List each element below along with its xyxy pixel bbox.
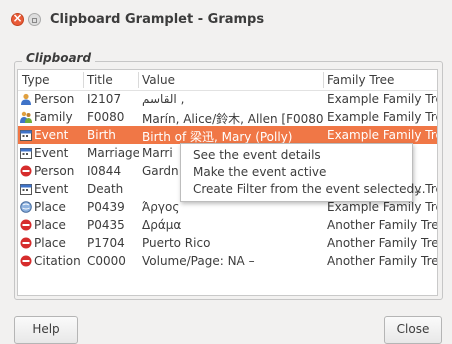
row-type: Citation [20,254,82,268]
row-type-label: Event [34,128,69,142]
clipboard-frame-label: Clipboard [22,51,96,65]
column-separator [138,72,139,88]
row-title: Marriage [87,146,139,160]
row-family-tree: Example Family Tree [327,110,438,124]
row-family-tree: Another Family Tree [327,218,438,232]
row-family-tree: Another Family Tree [327,254,438,268]
row-value: Marín, Alice/鈴木, Allen [F0080] [142,112,324,126]
help-button[interactable]: Help [14,316,78,344]
row-type-label: Citation [34,254,81,268]
row-type-label: Person [34,164,75,178]
row-type-label: Place [34,200,66,214]
row-title: C0000 [87,254,126,268]
row-type: Place [20,236,82,250]
table-row[interactable]: Family F0080 Marín, Alice/鈴木, Allen [F0080… [18,108,437,126]
column-separator [323,72,324,88]
row-family-tree: Example Family Tree [327,200,438,214]
column-separator [83,72,84,88]
table-row[interactable]: Place P0435 Δράμα Another Family Tree [18,216,437,234]
row-title: F0080 [87,110,125,124]
table-row[interactable]: Person I2107 القاسم , Example Family Tree [18,90,437,108]
close-window-icon[interactable] [11,11,24,26]
window-title: Clipboard Gramplet - Gramps [50,12,265,27]
person-red-icon [20,165,32,177]
row-title: Birth [87,128,116,142]
row-value: Δράμα [142,218,182,232]
menu-item-see-event-details[interactable]: See the event details [193,148,321,165]
column-header-value[interactable]: Value [142,73,175,87]
row-title: P0435 [87,218,125,232]
row-type-label: Place [34,236,66,250]
row-type-label: Event [34,182,69,196]
row-type-label: Event [34,146,69,160]
row-type-label: Person [34,92,75,106]
row-type: Event [20,146,82,160]
row-family-tree: Example Family Tree [327,92,438,106]
event-icon [20,129,32,141]
column-header-row: Type Title Value Family Tree [18,70,437,91]
row-type: Person [20,164,82,178]
event-icon [20,147,32,159]
row-family-tree: Another Family Tree [327,236,438,250]
table-row[interactable]: Citation C0000 Volume/Page: NA – Another Fa… [18,252,437,270]
table-row[interactable]: Event Birth Birth of 梁迅, Mary (Polly) Examp… [18,126,437,144]
row-type: Place [20,218,82,232]
family-icon [20,111,32,123]
place-red-icon [20,237,32,249]
row-type: Person [20,92,82,106]
menu-item-make-event-active[interactable]: Make the event active [193,165,326,182]
row-title: I2107 [87,92,122,106]
row-value: Άργος [142,200,180,214]
person-icon [20,93,32,105]
title-bar: Clipboard Gramplet - Gramps [0,0,452,40]
place-icon [20,201,32,213]
row-title: P0439 [87,200,125,214]
close-button[interactable]: Close [384,316,442,344]
column-header-family-tree[interactable]: Family Tree [327,73,394,87]
column-header-type[interactable]: Type [22,73,50,87]
column-header-title[interactable]: Title [87,73,113,87]
minimize-window-icon[interactable] [28,13,41,26]
menu-item-create-filter[interactable]: Create Filter from the event selected... [193,182,426,199]
context-menu: See the event details Make the event act… [180,143,426,202]
row-type-label: Place [34,218,66,232]
row-type: Family [20,110,82,124]
row-type: Place [20,200,82,214]
row-family-tree: Example Family Tree [327,128,438,142]
row-type: Event [20,128,82,142]
citation-red-icon [20,255,32,267]
place-red-icon [20,219,32,231]
row-type-label: Family [34,110,73,124]
row-value: القاسم , [142,92,185,106]
event-icon [20,183,32,195]
row-type: Event [20,182,82,196]
row-value: Volume/Page: NA – [142,254,255,268]
row-title: Death [87,182,124,196]
row-title: P1704 [87,236,125,250]
table-row[interactable]: Place P1704 Puerto Rico Another Family Tree [18,234,437,252]
row-title: I0844 [87,164,122,178]
row-value: Puerto Rico [142,236,211,250]
